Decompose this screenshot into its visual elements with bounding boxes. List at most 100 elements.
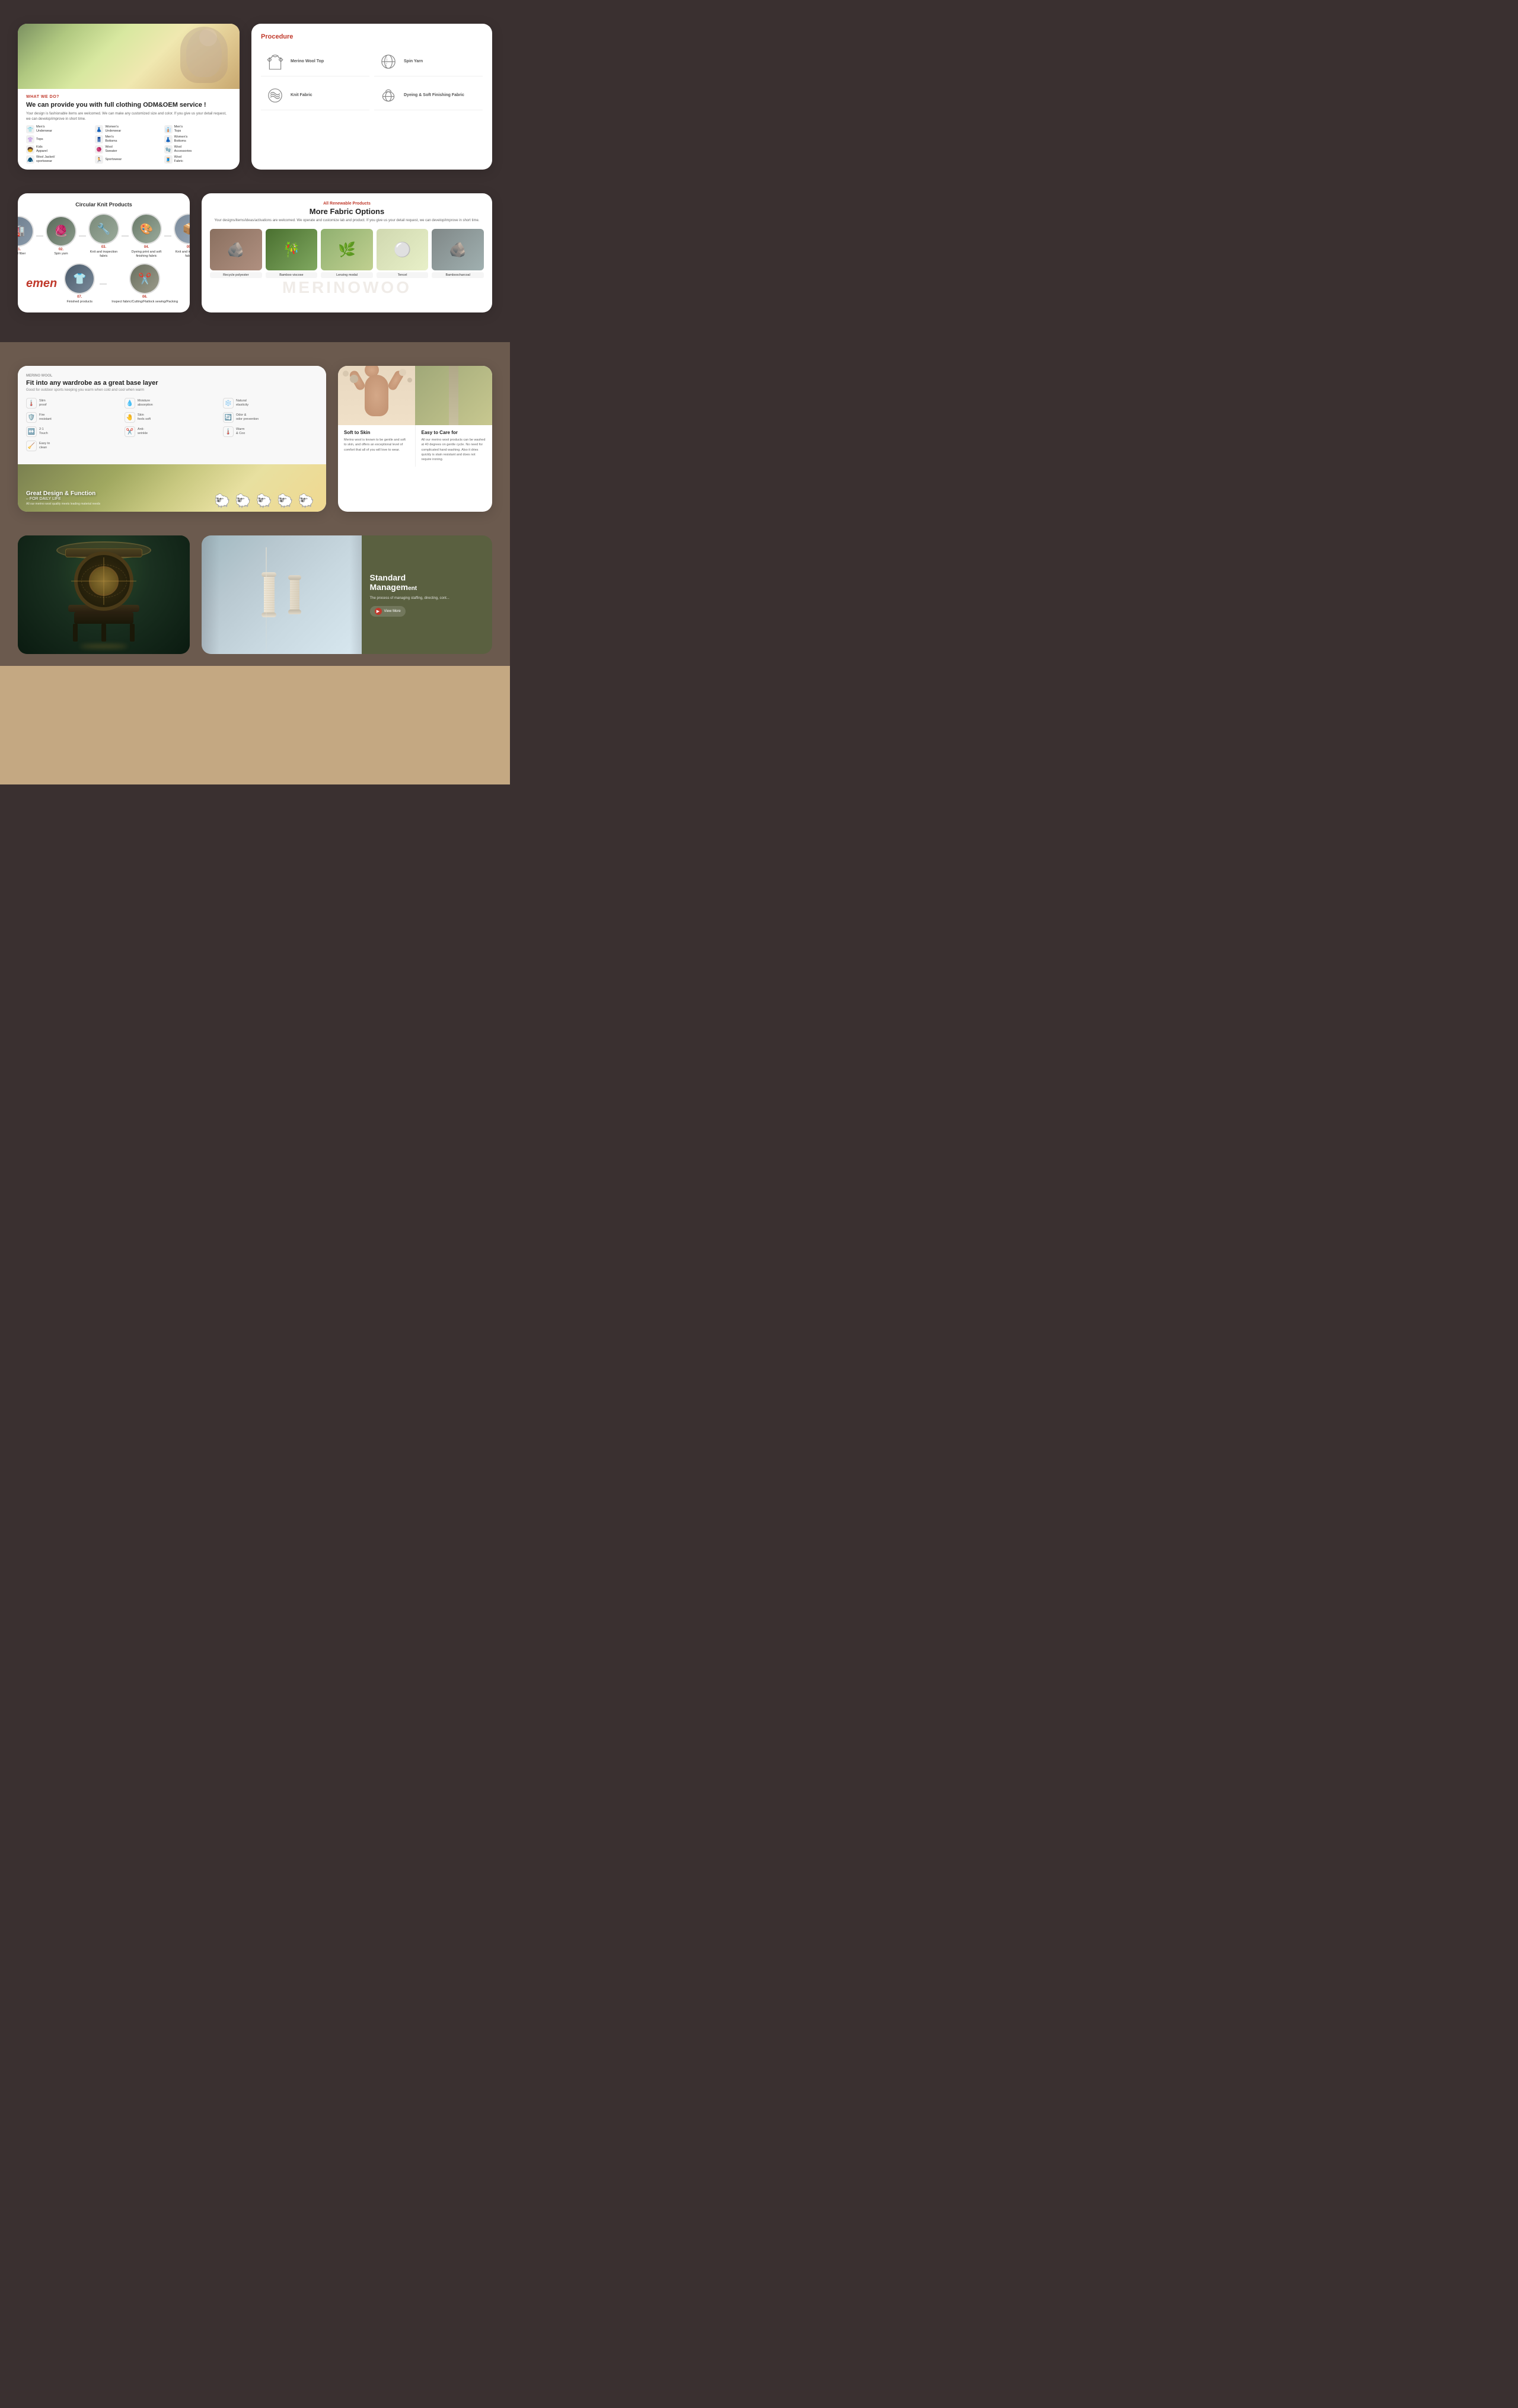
prop-natural-text: Naturalelasticity xyxy=(236,399,248,407)
fire-icon: 🛡️ xyxy=(26,412,37,423)
wardrobe-title: Fit into any wardrobe as a great base la… xyxy=(26,379,318,387)
product-wool-accessories[interactable]: 🧤 WoolAccessories xyxy=(164,145,231,154)
mens-bottoms-label: Men'sBottoms xyxy=(105,135,117,143)
skin-care-card: Soft to Skin Merino wool is known to be … xyxy=(338,366,492,512)
step-4-circle: 🎨 xyxy=(131,213,162,244)
womens-bottoms-icon: 👗 xyxy=(164,135,173,143)
product-functional-sportswear[interactable]: 🏃 Sportswear xyxy=(95,155,162,164)
mens-underwear-icon: 👕 xyxy=(26,125,34,133)
circular-title: Circular Knit Products xyxy=(26,202,181,208)
prop-clean-text: Easy toclean xyxy=(39,442,50,450)
product-wool-jacket[interactable]: 🧥 Wool Jacket/sportswear xyxy=(26,155,93,164)
mens-tops-label: Men'sTops xyxy=(174,125,183,133)
prop-fire-text: Fireresistant xyxy=(39,413,52,422)
soft-skin-title: Soft to Skin xyxy=(344,430,409,435)
wool-stacked xyxy=(449,366,458,425)
wardrobe-bottom-text: Great Design & Function – FOR DAILY LIFE… xyxy=(18,484,109,512)
clean-icon: 🧹 xyxy=(26,441,37,451)
steps-row-2: emen 👕 07.Finished products ✂️ xyxy=(26,263,181,304)
wardrobe-bottom-sub: – FOR DAILY LIFE xyxy=(26,497,100,501)
tencel-image: ⚪ xyxy=(377,229,429,270)
womens-underwear-icon: 👗 xyxy=(95,125,103,133)
procedure-grid: Merino Wool Top Spin Yarn xyxy=(261,47,483,110)
wardrobe-bottom: 🐑🐑🐑🐑🐑 Great Design & Function – FOR DAIL… xyxy=(18,464,326,512)
step-8: ✂️ 06.Inspect fabric/Cutting/Flatlock se… xyxy=(111,263,178,304)
product-womens-underwear[interactable]: 👗 Women'sUnderwear xyxy=(95,125,162,133)
product-womens-bottoms[interactable]: 👗 Women'sBottoms xyxy=(164,135,231,143)
dye-icon xyxy=(378,85,399,106)
warm-icon: 🌡️ xyxy=(223,426,234,437)
procedure-item-yarn: Spin Yarn xyxy=(374,47,483,76)
fabric-recycle: 🪨 Recycle polyester xyxy=(210,229,262,278)
prop-warm-text: Warm& Coo xyxy=(236,428,245,436)
wool-jacket-icon: 🧥 xyxy=(26,155,34,164)
wool-sweater-label: WoolSweater xyxy=(105,145,117,153)
product-mens-tops[interactable]: 👔 Men'sTops xyxy=(164,125,231,133)
prop-skin: 🤚 Skinfeels soft xyxy=(125,412,219,423)
soft-to-skin-section: Soft to Skin Merino wool is known to be … xyxy=(338,425,416,467)
odm-card: What we do? We can provide you with full… xyxy=(18,24,240,170)
yarn-icon xyxy=(378,51,399,72)
product-mens-bottoms[interactable]: 👖 Men'sBottoms xyxy=(95,135,162,143)
wool-fabric-label: WoolFabric xyxy=(174,155,183,163)
soft-skin-text: Merino wool is known to be gentle and so… xyxy=(344,438,409,452)
connector-2-3 xyxy=(79,235,86,237)
functional-sportswear-label: Sportswear xyxy=(105,158,122,162)
womens-underwear-label: Women'sUnderwear xyxy=(105,125,121,133)
knit-svg xyxy=(266,86,285,105)
fabric-title: More Fabric Options xyxy=(210,207,484,216)
product-mens-underwear[interactable]: 👕 Men'sUnderwear xyxy=(26,125,93,133)
step-4-label: 04.Dyeing print and soft finishing fabri… xyxy=(131,245,162,259)
step-1-circle: 🏭 xyxy=(18,216,34,247)
odm-content: What we do? We can provide you with full… xyxy=(18,89,240,170)
step-3-label: 03.Knit and inspection fabric xyxy=(88,245,119,259)
step-4: 🎨 04.Dyeing print and soft finishing fab… xyxy=(131,213,162,259)
prop-touch-text: 2:1Touch xyxy=(39,428,48,436)
prop-odor-text: Odor &odor prevention xyxy=(236,413,259,422)
fabric-bamboo: 🎋 Bamboo viscose xyxy=(266,229,318,278)
wool-sweater-icon: 🧶 xyxy=(95,145,103,154)
sweater-icon xyxy=(264,51,286,72)
product-kids-apparel[interactable]: 🧒 KidsApparel xyxy=(26,145,93,154)
odm-description: Your design is fashionable items are wel… xyxy=(26,111,231,122)
view-more-label: View More xyxy=(384,610,401,613)
easy-care-title: Easy to Care for xyxy=(422,430,487,435)
wardrobe-card: MERINO WOOL Fit into any wardrobe as a g… xyxy=(18,366,326,512)
wool-fabric-icon: 🧵 xyxy=(164,155,173,164)
moisture-icon: 💧 xyxy=(125,398,135,409)
prop-odor: 🔄 Odor &odor prevention xyxy=(223,412,318,423)
step-8-label: 06.Inspect fabric/Cutting/Flatlock sewin… xyxy=(111,295,178,304)
skin-icon: 🤚 xyxy=(125,412,135,423)
fabric-bamboo-charcoal: 🪨 Bamboocharcoal xyxy=(432,229,484,278)
prop-clean: 🧹 Easy toclean xyxy=(26,441,121,451)
tencel-label: Tencel xyxy=(377,272,429,278)
odm-products-grid: 👕 Men'sUnderwear 👗 Women'sUnderwear 👔 Me… xyxy=(26,125,231,164)
fabric-lenzing: 🌿 Lenzing modal xyxy=(321,229,373,278)
machine-overlay: StandardManagement The process of managi… xyxy=(362,535,493,654)
prop-wrinkle-text: Anti-wrinkle xyxy=(138,428,148,436)
prop-natural: ❄️ Naturalelasticity xyxy=(223,398,318,409)
procedure-knit-label: Knit Fabric xyxy=(291,93,312,98)
figure-body xyxy=(365,375,388,416)
womens-tops-icon: 👚 xyxy=(26,135,34,143)
odor-icon: 🔄 xyxy=(223,412,234,423)
wardrobe-bottom-desc: All our merino wool quality meets leadin… xyxy=(26,502,100,506)
dye-svg xyxy=(379,86,398,105)
step-7-label: 07.Finished products xyxy=(67,295,93,304)
circular-knit-card: Circular Knit Products 🏭 01.Wool fiber 🧶 xyxy=(18,193,190,312)
wool-jacket-label: Wool Jacket/sportswear xyxy=(36,155,55,163)
machine-visual xyxy=(18,535,190,654)
view-more-button[interactable]: ▶ View More xyxy=(370,606,406,617)
prop-moisture: 💧 Moistureabsorption xyxy=(125,398,219,409)
step-5-circle: 📦 xyxy=(174,213,190,244)
prop-slim: 🌡️ Slimproof xyxy=(26,398,121,409)
yarn-svg xyxy=(379,52,398,71)
product-wool-fabric[interactable]: 🧵 WoolFabric xyxy=(164,155,231,164)
figure-visual xyxy=(338,366,415,425)
product-womens-tops[interactable]: 👚 Tops xyxy=(26,135,93,143)
womens-bottoms-label: Women'sBottoms xyxy=(174,135,188,143)
machine-overlay-title: StandardManagement xyxy=(370,573,484,593)
lenzing-label: Lenzing modal xyxy=(321,272,373,278)
recycle-label: Recycle polyester xyxy=(210,272,262,278)
product-wool-sweater[interactable]: 🧶 WoolSweater xyxy=(95,145,162,154)
